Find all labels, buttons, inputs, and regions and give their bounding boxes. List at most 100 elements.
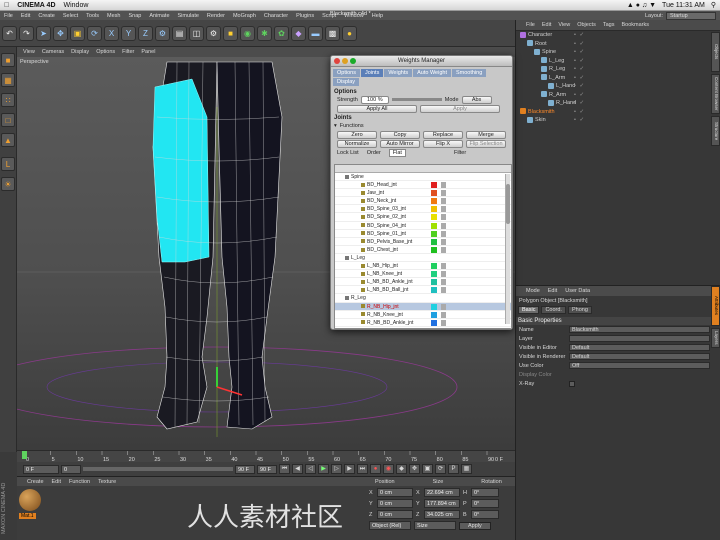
zoom-icon[interactable] [350, 58, 356, 64]
size-mode-dropdown[interactable]: Size [414, 521, 456, 530]
menu-help[interactable]: Help [372, 13, 383, 19]
joint-color-swatch[interactable] [431, 198, 437, 205]
coord-system-icon[interactable]: ⚙ [155, 25, 170, 41]
joint-color-swatch[interactable] [431, 230, 437, 237]
side-tab-layers[interactable]: Layers [711, 328, 720, 348]
move-icon[interactable]: ✥ [53, 25, 68, 41]
viewport-menu-options[interactable]: Options [96, 49, 115, 55]
joint-lock-icon[interactable] [441, 206, 446, 213]
joint-row[interactable]: L_NB_BD_Ball_jnt [335, 286, 511, 295]
joint-lock-icon[interactable] [441, 327, 446, 328]
menu-animate[interactable]: Animate [149, 13, 169, 19]
object-row[interactable]: Spine • ✓ [516, 48, 720, 57]
attr-tab-phong[interactable]: Phong [567, 306, 592, 314]
joint-color-swatch[interactable] [431, 327, 437, 328]
joint-lock-icon[interactable] [441, 230, 446, 237]
joint-lock-icon[interactable] [441, 214, 446, 221]
object-row[interactable]: Skin • ✓ [516, 116, 720, 125]
joint-row[interactable]: R_NB_Hip_jnt [335, 302, 511, 311]
object-row[interactable]: L_Hand • ✓ [516, 82, 720, 91]
cube-icon[interactable]: ■ [223, 25, 238, 41]
viewport-menu-display[interactable]: Display [71, 49, 89, 55]
rot-h-field[interactable]: 0° [471, 488, 499, 497]
viewport-menu-cameras[interactable]: Cameras [42, 49, 64, 55]
timeline-ruler[interactable]: 0 5 10 15 20 25 30 35 40 45 50 55 60 65 70 75 80 85 90 0 F [17, 450, 515, 463]
object-row[interactable]: Root • ✓ [516, 40, 720, 49]
object-row[interactable]: R_Leg • ✓ [516, 65, 720, 74]
attr-menu-edit[interactable]: Edit [548, 288, 557, 294]
visibility-dots-icon[interactable]: • ✓ [574, 31, 585, 40]
joint-row[interactable]: BD_Spine_01_jnt [335, 230, 511, 238]
material-menu-texture[interactable]: Texture [98, 479, 116, 485]
key-grid-icon[interactable]: ▦ [461, 464, 472, 474]
menu-plugins[interactable]: Plugins [296, 13, 314, 19]
object-row[interactable]: L_Arm • ✓ [516, 74, 720, 83]
joint-row[interactable]: L_NB_Knee_jnt [335, 270, 511, 279]
rot-b-field[interactable]: 0° [471, 510, 499, 519]
prev-key-icon[interactable]: ◀ [292, 464, 303, 474]
visibility-dots-icon[interactable]: • ✓ [574, 91, 585, 100]
visibility-dots-icon[interactable]: • ✓ [574, 108, 585, 117]
playhead-marker[interactable] [22, 451, 27, 459]
wm-tab-joints[interactable]: Joints [360, 69, 384, 77]
material-name[interactable]: Mat.1 [19, 513, 36, 519]
object-row[interactable]: R_Arm • ✓ [516, 91, 720, 100]
wm-tab-smoothing[interactable]: Smoothing [452, 69, 487, 77]
live-selection-icon[interactable]: ➤ [36, 25, 51, 41]
joint-row[interactable]: BD_Chest_jnt [335, 246, 511, 254]
spline-icon[interactable]: ✿ [274, 25, 289, 41]
visibility-dots-icon[interactable]: • ✓ [574, 99, 585, 108]
obj-menu-edit[interactable]: Edit [542, 22, 551, 28]
next-frame-icon[interactable]: ▷ [331, 464, 342, 474]
undo-icon[interactable]: ↶ [2, 25, 17, 41]
joint-color-swatch[interactable] [431, 190, 437, 197]
joint-group-row[interactable]: L_Leg [335, 254, 511, 263]
viewport-menu-view[interactable]: View [23, 49, 35, 55]
menu-select[interactable]: Select [63, 13, 78, 19]
joint-lock-icon[interactable] [441, 279, 446, 286]
wm-strength-slider[interactable] [391, 98, 442, 101]
spotlight-icon[interactable]: ⚲ [711, 1, 716, 9]
replace-button[interactable]: Replace [423, 130, 463, 139]
joint-lock-icon[interactable] [441, 263, 446, 270]
attr-visible-editor-dropdown[interactable]: Default [569, 344, 710, 351]
rot-p-field[interactable]: 0° [471, 499, 499, 508]
joint-row[interactable]: BD_Neck_jnt [335, 197, 511, 206]
material-menu-create[interactable]: Create [27, 479, 44, 485]
visibility-dots-icon[interactable]: • ✓ [574, 57, 585, 66]
material-menu-edit[interactable]: Edit [52, 479, 61, 485]
visibility-dots-icon[interactable]: • ✓ [574, 116, 585, 125]
apply-all-button[interactable]: Apply All [337, 104, 417, 113]
joint-lock-icon[interactable] [441, 287, 446, 294]
attr-tab-basic[interactable]: Basic [518, 306, 540, 314]
material-swatch[interactable] [19, 489, 41, 511]
joint-color-swatch[interactable] [431, 287, 437, 294]
wm-mode-dropdown[interactable]: Abs [461, 95, 492, 104]
preview-range-slider[interactable] [83, 467, 233, 471]
obj-menu-file[interactable]: File [526, 22, 535, 28]
menu-simulate[interactable]: Simulate [178, 13, 199, 19]
obj-menu-objects[interactable]: Objects [577, 22, 596, 28]
wm-tab-weights[interactable]: Weights [384, 69, 413, 77]
joint-row[interactable]: R_NB_Knee_jnt [335, 311, 511, 319]
rotate-icon[interactable]: ⟳ [87, 25, 102, 41]
go-start-icon[interactable]: ⏮ [279, 464, 290, 474]
joint-list-scrollbar[interactable] [505, 174, 510, 324]
size-z-field[interactable]: 34.025 cm [424, 510, 460, 519]
next-key-icon[interactable]: ▶ [344, 464, 355, 474]
keyframe-icon[interactable]: ◆ [396, 464, 407, 474]
minimize-icon[interactable] [342, 58, 348, 64]
menu-edit[interactable]: Edit [21, 13, 30, 19]
wm-tab-auto-weight[interactable]: Auto Weight [413, 69, 451, 77]
joint-lock-icon[interactable] [441, 246, 446, 253]
wm-tab-display[interactable]: Display [333, 78, 360, 86]
joint-color-swatch[interactable] [431, 303, 437, 310]
object-row[interactable]: Character • ✓ [516, 31, 720, 40]
menu-mograph[interactable]: MoGraph [233, 13, 256, 19]
end-frame-field[interactable]: 90 F [235, 464, 255, 474]
attr-tab-coord[interactable]: Coord. [541, 306, 566, 314]
joint-row[interactable]: BD_Spine_03_jnt [335, 205, 511, 214]
joint-color-swatch[interactable] [431, 279, 437, 286]
flat-tab[interactable]: Flat [388, 148, 406, 157]
joint-color-swatch[interactable] [431, 214, 437, 221]
